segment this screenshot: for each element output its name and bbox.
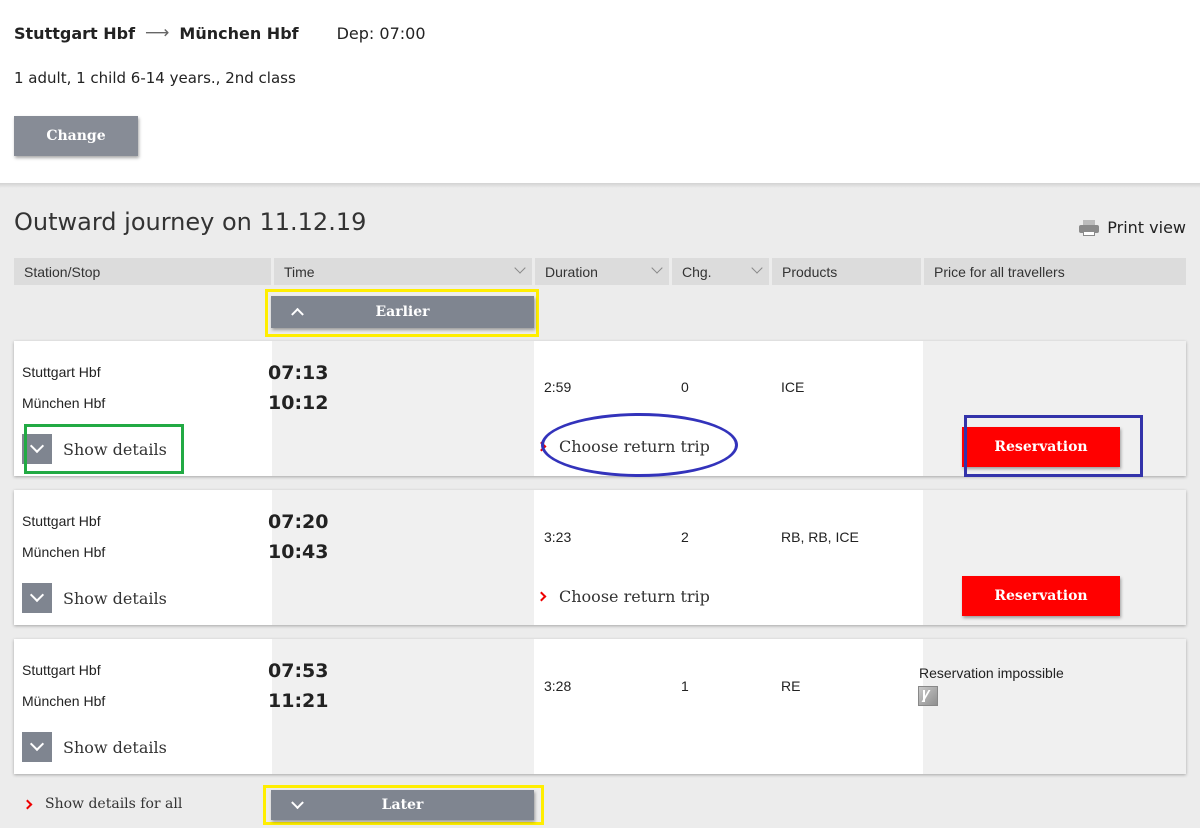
row-destination: München Hbf	[22, 544, 106, 560]
page-title: Outward journey on 11.12.19	[14, 208, 367, 236]
chevron-down-icon	[22, 583, 52, 613]
column-header-duration[interactable]: Duration	[535, 258, 669, 285]
chevron-down-icon	[291, 796, 304, 810]
row-destination: München Hbf	[22, 395, 106, 411]
changes-cell: 0	[681, 379, 689, 395]
route-summary: Stuttgart Hbf ⟶ München Hbf Dep: 07:00	[14, 23, 426, 43]
column-header-changes[interactable]: Chg.	[672, 258, 769, 285]
products-cell: RB, RB, ICE	[781, 529, 859, 545]
column-label-time: Time	[284, 263, 315, 280]
row-origin: Stuttgart Hbf	[22, 662, 101, 678]
duration-cell: 3:28	[544, 678, 572, 694]
arrival-time-cell: 11:21	[268, 690, 329, 712]
row-destination: München Hbf	[22, 693, 106, 709]
price-column-bg	[923, 639, 1186, 774]
column-label-station: Station/Stop	[24, 263, 101, 280]
show-details-for-all-link[interactable]: Show details for all	[22, 796, 183, 812]
arrival-time-cell: 10:12	[268, 392, 329, 414]
printer-icon	[1079, 219, 1100, 237]
earlier-label: Earlier	[375, 304, 430, 320]
choose-return-trip-link[interactable]: Choose return trip	[536, 587, 710, 606]
highlight-oval-return-trip	[541, 413, 738, 477]
show-details-for-all-label: Show details for all	[45, 796, 183, 812]
departure-time-cell: 07:20	[268, 511, 329, 533]
later-button[interactable]: Later	[271, 790, 534, 820]
choose-return-trip-label: Choose return trip	[559, 587, 710, 606]
chevron-down-icon	[651, 262, 663, 274]
later-label: Later	[381, 797, 424, 813]
reservation-impossible-text: Reservation impossible	[919, 665, 1064, 681]
search-summary: Stuttgart Hbf ⟶ München Hbf Dep: 07:00 1…	[0, 0, 1200, 184]
highlight-box-reservation	[964, 415, 1143, 477]
column-label-price: Price for all travellers	[934, 263, 1065, 280]
products-cell: ICE	[781, 379, 805, 395]
connection-row[interactable]	[14, 639, 1186, 774]
departure-time: Dep: 07:00	[336, 23, 426, 43]
row-origin: Stuttgart Hbf	[22, 364, 101, 380]
destination-station: München Hbf	[179, 23, 299, 43]
reservation-button[interactable]: Reservation	[962, 576, 1120, 616]
chevron-down-icon	[751, 262, 763, 274]
products-cell: RE	[781, 678, 801, 694]
show-details-toggle[interactable]: Show details	[22, 732, 167, 762]
row-origin: Stuttgart Hbf	[22, 513, 101, 529]
change-button[interactable]: Change	[14, 116, 138, 156]
duration-cell: 3:23	[544, 529, 572, 545]
duration-cell: 2:59	[544, 379, 572, 395]
travellers-summary: 1 adult, 1 child 6-14 years., 2nd class	[14, 69, 296, 87]
chevron-up-icon	[291, 307, 304, 321]
departure-time-cell: 07:53	[268, 660, 329, 682]
highlight-box-show-details	[24, 424, 184, 474]
origin-station: Stuttgart Hbf	[14, 23, 136, 43]
arrow-right-icon: ⟶	[145, 23, 170, 43]
show-details-toggle[interactable]: Show details	[22, 583, 167, 613]
show-details-label: Show details	[63, 737, 167, 757]
column-label-products: Products	[782, 263, 838, 280]
column-header-station: Station/Stop	[14, 258, 271, 285]
departure-time-cell: 07:13	[268, 362, 329, 384]
k-icon	[918, 686, 938, 706]
chevron-right-icon	[536, 591, 547, 602]
show-details-label: Show details	[63, 588, 167, 608]
arrival-time-cell: 10:43	[268, 541, 329, 563]
print-view-label: Print view	[1107, 218, 1186, 237]
earlier-button[interactable]: Earlier	[271, 296, 534, 328]
chevron-down-icon	[514, 262, 526, 274]
chevron-down-icon	[22, 732, 52, 762]
column-header-time[interactable]: Time	[274, 258, 532, 285]
print-view-link[interactable]: Print view	[1079, 218, 1186, 237]
column-header-products: Products	[772, 258, 921, 285]
column-label-duration: Duration	[545, 263, 598, 280]
changes-cell: 1	[681, 678, 689, 694]
column-label-changes: Chg.	[682, 263, 712, 280]
column-header-price: Price for all travellers	[924, 258, 1186, 285]
changes-cell: 2	[681, 529, 689, 545]
chevron-right-icon	[22, 799, 33, 809]
